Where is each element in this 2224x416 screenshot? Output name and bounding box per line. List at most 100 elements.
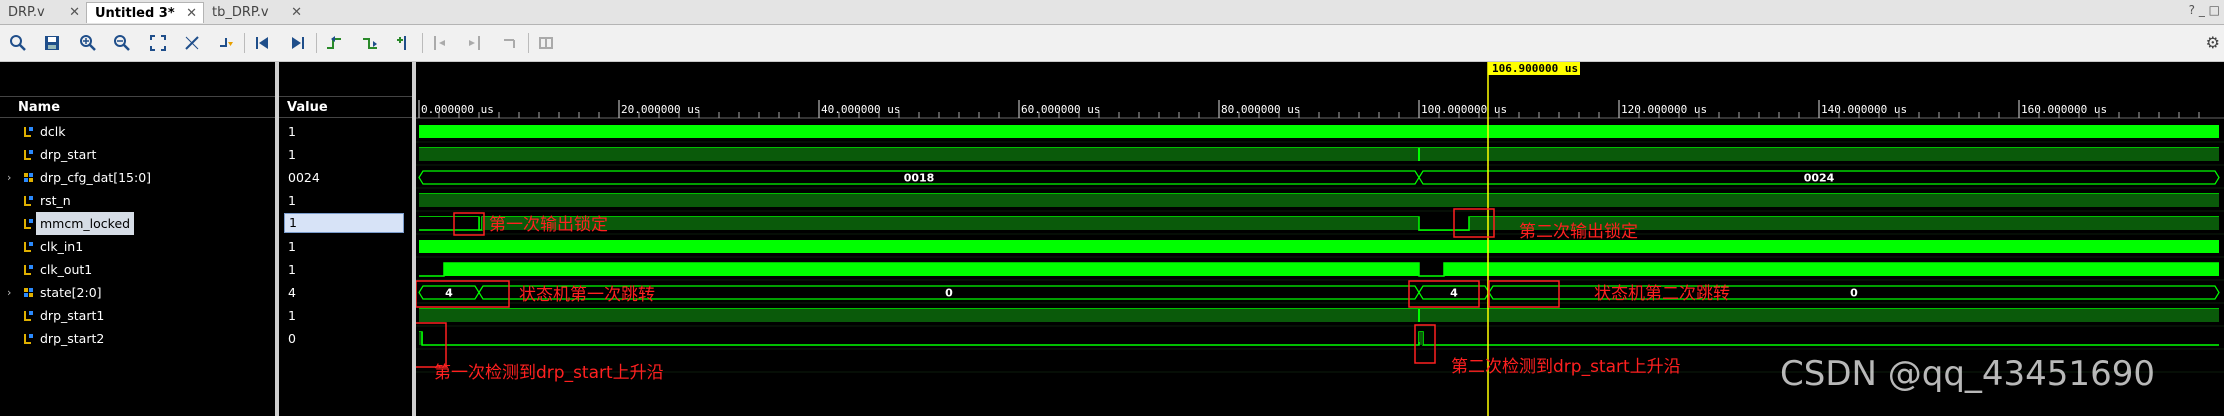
signal-name-cell[interactable]: dclk	[0, 120, 275, 143]
tab-bar: DRP.v ✕ Untitled 3* ✕ tb_DRP.v ✕ ? _ □	[0, 0, 2224, 25]
signal-row[interactable]: drp_start2 0	[0, 327, 412, 350]
signal-name-cell[interactable]: drp_start1	[0, 304, 275, 327]
clock-trace	[444, 263, 1419, 276]
annotation-label: 状态机第二次跳转	[1594, 284, 1730, 304]
signal-value: 1	[288, 308, 296, 323]
signal-name: dclk	[40, 124, 66, 139]
signal-row[interactable]: dclk 1	[0, 120, 412, 143]
snap-icon[interactable]	[534, 31, 558, 55]
waveform-toolbar: ⚙	[0, 25, 2224, 62]
signal-name-cell[interactable]: mmcm_locked	[0, 212, 275, 235]
signal-name-cell[interactable]: › state[2:0]	[0, 281, 275, 304]
cursor-time-label: 106.900000 us	[1492, 62, 1578, 75]
signal-name-cell[interactable]: rst_n	[0, 189, 275, 212]
bit-signal-icon	[24, 196, 33, 206]
tab-drp-v[interactable]: DRP.v ✕	[0, 2, 86, 23]
signal-value: 0024	[288, 170, 320, 185]
signal-name-cell[interactable]: clk_in1	[0, 235, 275, 258]
signal-name-cell[interactable]: › drp_cfg_dat[15:0]	[0, 166, 275, 189]
swap-cursors-icon[interactable]	[498, 31, 522, 55]
signal-name: clk_out1	[40, 262, 93, 277]
tick-label: 140.000000 us	[1821, 103, 1907, 116]
previous-marker-icon[interactable]	[428, 31, 452, 55]
signal-row[interactable]: mmcm_locked 1	[0, 212, 412, 235]
gear-icon[interactable]: ⚙	[2206, 33, 2220, 52]
close-tab-icon[interactable]: ✕	[186, 3, 197, 24]
annotation-label: 第二次检测到drp_start上升沿	[1451, 357, 1681, 377]
bit-signal-icon	[24, 334, 33, 344]
close-tab-icon[interactable]: ✕	[291, 2, 302, 23]
signal-name: drp_cfg_dat[15:0]	[40, 170, 152, 185]
value-header-label: Value	[279, 96, 412, 118]
bus-value-label: 0	[945, 287, 953, 300]
tick-label: 80.000000 us	[1221, 103, 1300, 116]
tab-label: Untitled 3*	[95, 6, 175, 21]
close-tab-icon[interactable]: ✕	[69, 2, 80, 23]
bit-signal-icon	[24, 150, 33, 160]
tick-label: 40.000000 us	[821, 103, 900, 116]
bus-value-label: 4	[1450, 287, 1458, 300]
signal-value: 1	[284, 213, 404, 233]
search-icon[interactable]	[6, 31, 30, 55]
signal-low-fill	[419, 217, 479, 230]
signal-name-cell[interactable]: clk_out1	[0, 258, 275, 281]
next-transition-icon[interactable]	[358, 31, 382, 55]
signal-high-fill	[419, 309, 2219, 322]
tab-untitled-3[interactable]: Untitled 3* ✕	[86, 2, 204, 23]
expand-arrow-icon[interactable]: ›	[7, 166, 11, 189]
bus-value-label: 4	[445, 287, 453, 300]
bus-value-label: 0018	[904, 172, 935, 185]
bus-value-label: 0	[1850, 287, 1858, 300]
clock-trace	[419, 125, 2219, 138]
tick-label: 0.000000 us	[421, 103, 494, 116]
signal-value: 0	[288, 331, 296, 346]
signal-name: drp_start	[40, 147, 97, 162]
tick-label: 100.000000 us	[1421, 103, 1507, 116]
tab-tb-drp-v[interactable]: tb_DRP.v ✕	[204, 2, 308, 23]
next-marker-icon[interactable]	[462, 31, 486, 55]
name-column-header: Name	[0, 62, 275, 118]
signal-name: drp_start1	[40, 308, 105, 323]
go-to-cursor-icon[interactable]	[214, 31, 238, 55]
tick-label: 120.000000 us	[1621, 103, 1707, 116]
signal-value: 1	[288, 124, 296, 139]
value-column-header: Value	[279, 62, 412, 118]
signal-name-cell[interactable]: drp_start	[0, 143, 275, 166]
zoom-out-icon[interactable]	[110, 31, 134, 55]
signal-name: clk_in1	[40, 239, 84, 254]
go-to-end-icon[interactable]	[286, 31, 310, 55]
signal-row[interactable]: drp_start1 1	[0, 304, 412, 327]
bus-signal-icon	[24, 173, 33, 182]
bus-signal-icon	[24, 288, 33, 297]
bit-signal-icon	[24, 127, 33, 137]
signal-row[interactable]: clk_in1 1	[0, 235, 412, 258]
signal-row[interactable]: drp_start 1	[0, 143, 412, 166]
signal-value: 1	[288, 239, 296, 254]
previous-transition-icon[interactable]	[322, 31, 346, 55]
zoom-fit-icon[interactable]	[146, 31, 170, 55]
signal-row[interactable]: › state[2:0] 4	[0, 281, 412, 304]
bit-signal-icon	[24, 219, 33, 229]
cursor-icon[interactable]	[180, 31, 204, 55]
clock-trace	[1444, 263, 2219, 276]
tick-label: 160.000000 us	[2021, 103, 2107, 116]
signal-name-cell[interactable]: drp_start2	[0, 327, 275, 350]
window-controls[interactable]: ? _ □	[2189, 3, 2220, 17]
annotation-box	[1414, 324, 1436, 364]
signal-row[interactable]: › drp_cfg_dat[15:0] 0024	[0, 166, 412, 189]
zoom-in-icon[interactable]	[76, 31, 100, 55]
annotation-label: 第一次输出锁定	[489, 215, 608, 235]
signal-row[interactable]: rst_n 1	[0, 189, 412, 212]
watermark: CSDN @qq_43451690	[1780, 354, 2155, 394]
bus-value-label: 0024	[1804, 172, 1835, 185]
tick-label: 20.000000 us	[621, 103, 700, 116]
add-marker-icon[interactable]	[392, 31, 416, 55]
go-to-start-icon[interactable]	[250, 31, 274, 55]
toolbar-separator	[244, 33, 245, 53]
signal-row[interactable]: clk_out1 1	[0, 258, 412, 281]
toolbar-separator	[316, 33, 317, 53]
save-icon[interactable]	[40, 31, 64, 55]
tick-label: 60.000000 us	[1021, 103, 1100, 116]
expand-arrow-icon[interactable]: ›	[7, 281, 11, 304]
bit-signal-icon	[24, 311, 33, 321]
